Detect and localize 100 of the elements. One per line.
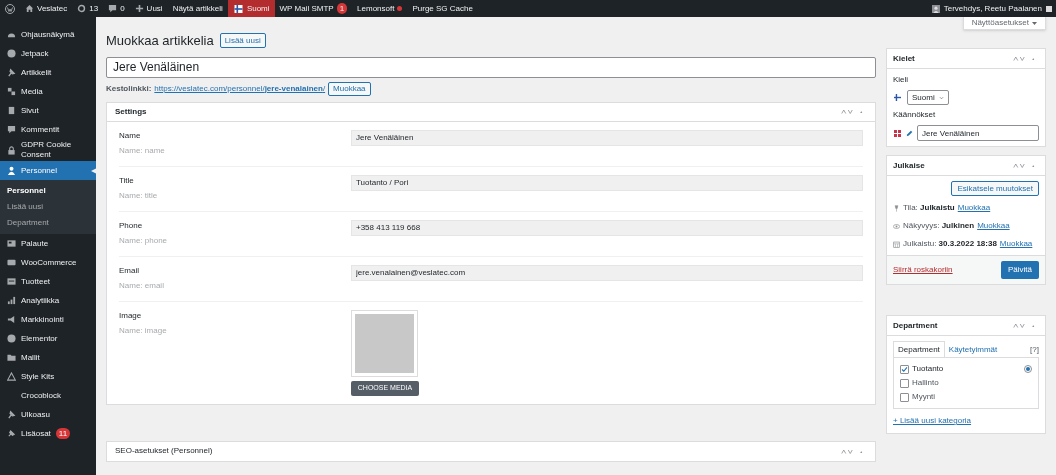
panel-title: SEO-asetukset (Personnel) (115, 445, 213, 457)
selected-pointer-icon (91, 166, 96, 176)
checkbox[interactable] (900, 364, 909, 374)
help-link[interactable]: [?] (1030, 342, 1039, 358)
category-tab[interactable]: Käytetyimmät (944, 342, 1002, 358)
category-label: Tuotanto (912, 363, 944, 375)
category-label: Hallinto (912, 377, 939, 389)
field-label: Kieli (893, 74, 910, 86)
folder-icon (7, 353, 16, 362)
sidebar-item[interactable]: Artikkelit (0, 63, 96, 82)
box-controls-icon (1012, 56, 1036, 61)
sidebar-item[interactable]: Markkinointi (0, 310, 96, 329)
pencil-icon (906, 129, 913, 137)
page-icon (7, 106, 16, 115)
text-field[interactable]: Tuotanto / Pori (351, 174, 863, 191)
box-controls-icon (1012, 323, 1036, 328)
translation-input[interactable]: Jere Venäläinen (917, 125, 1039, 141)
field-label: Phone (119, 219, 144, 232)
sidebar-item[interactable]: GDPR Cookie Consent (0, 139, 96, 161)
circle-icon (7, 334, 16, 343)
panel-title: Julkaise (893, 159, 925, 172)
calendar-icon (893, 240, 900, 248)
field-label: Käännökset (893, 109, 937, 121)
sidebar-item[interactable]: Kommentit (0, 120, 96, 139)
wordpress-logo-icon[interactable] (5, 3, 15, 14)
field-hint: Name: email (119, 279, 165, 292)
sidebar-item[interactable]: Analytiikka (0, 291, 96, 310)
photo-placeholder (355, 313, 414, 373)
admin-bar-link[interactable]: Veslatec (37, 2, 68, 15)
lock-icon (7, 145, 16, 155)
panel-title: Department (893, 319, 938, 332)
box-controls-icon (840, 109, 864, 114)
primary-radio[interactable] (1024, 365, 1032, 373)
admin-bar-link[interactable]: 13 (89, 2, 99, 15)
preview-changes-button[interactable]: Esikatsele muutokset (951, 181, 1039, 196)
title-input[interactable]: Jere Venäläinen (106, 56, 876, 78)
update-button[interactable]: Päivitä (1001, 261, 1039, 279)
add-new-button[interactable]: Lisää uusi (219, 33, 266, 49)
sidebar-item[interactable]: Lisäosat 11 (0, 424, 96, 443)
sidebar-item[interactable]: Mallit (0, 348, 96, 367)
triangle-icon (7, 372, 16, 381)
home-icon (25, 4, 34, 13)
admin-bar-link[interactable]: Näytä artikkeli (172, 2, 223, 15)
edit-permalink-button[interactable]: Muokkaa (328, 81, 371, 96)
sidebar-item[interactable]: Crocoblock (0, 386, 96, 405)
text-field[interactable]: Jere Venäläinen (351, 129, 863, 146)
sidebar-item[interactable]: WooCommerce (0, 253, 96, 272)
chevron-down-icon (938, 95, 944, 100)
admin-bar-link[interactable]: WP Mail SMTP (279, 2, 334, 15)
page-title: Muokkaa artikkelia (106, 32, 214, 50)
text-field[interactable]: jere.venalainen@veslatec.com (351, 264, 863, 281)
sidebar-item[interactable]: Palaute (0, 234, 96, 253)
speech-bubble-icon (108, 4, 118, 13)
category-label: Myynti (912, 391, 936, 403)
field-hint: Name: title (119, 189, 159, 202)
sidebar-item[interactable]: Sivut (0, 101, 96, 120)
panel-title: Kielet (893, 52, 915, 65)
box-icon (7, 258, 16, 267)
screen-options-button[interactable]: Näyttöasetukset (962, 17, 1046, 30)
circle-icon (7, 49, 16, 58)
move-to-trash-link[interactable]: Siirrä roskakoriin (893, 264, 953, 276)
eye-icon (893, 222, 900, 230)
edit-link[interactable]: Muokkaa (977, 220, 1010, 232)
sidebar-item[interactable]: Jetpack (0, 44, 96, 63)
admin-bar-link[interactable]: 0 (120, 2, 125, 15)
pin-icon (7, 68, 16, 77)
form-icon (7, 239, 16, 248)
field-label: Title (119, 174, 135, 187)
checkbox[interactable] (900, 378, 909, 388)
text-field[interactable]: +358 413 119 668 (351, 219, 863, 236)
speech-bubble-icon (7, 125, 16, 134)
admin-bar-link[interactable]: Lemonsoft (357, 2, 395, 15)
field-label: Name (119, 129, 142, 142)
checkbox[interactable] (900, 392, 909, 402)
admin-bar-link[interactable]: Purge SG Cache (412, 2, 473, 15)
submenu-item[interactable]: Department (0, 215, 96, 231)
admin-bar-link[interactable]: Uusi (146, 2, 163, 15)
megaphone-icon (7, 315, 16, 324)
edit-link[interactable]: Muokkaa (999, 238, 1033, 250)
media-squares-icon (7, 87, 16, 96)
sidebar-item[interactable]: Ulkoasu (0, 405, 96, 424)
sidebar-item[interactable]: Media (0, 82, 96, 101)
pin-icon (893, 204, 900, 212)
product-list-icon (7, 277, 16, 286)
panel-title: Settings (115, 105, 147, 118)
sidebar-item[interactable]: Tuotteet (0, 272, 96, 291)
field-hint: Name: image (119, 324, 168, 337)
checkmark-icon (901, 365, 908, 373)
language-select[interactable]: Suomi (907, 90, 949, 105)
user-greeting[interactable]: Tervehdys, Reetu Paalanen (943, 2, 1042, 15)
sidebar-item[interactable]: Ohjausnäkymä (0, 25, 96, 44)
sidebar-item[interactable]: Style Kits (0, 367, 96, 386)
edit-link[interactable]: Muokkaa (957, 202, 991, 214)
add-category-link[interactable]: + Lisää uusi kategoria (893, 415, 1039, 427)
sidebar-item[interactable]: Personnel (0, 161, 96, 180)
publish-info: Julkaistu: 30.3.2022 18:38 (903, 238, 997, 250)
sidebar-item[interactable]: Elementor (0, 329, 96, 348)
submenu-item[interactable]: Personnel (0, 183, 96, 199)
permalink-link[interactable]: https://veslatec.com/personnel/jere-venalainen/ (154, 82, 326, 95)
submenu-item[interactable]: Lisää uusi (0, 199, 96, 215)
